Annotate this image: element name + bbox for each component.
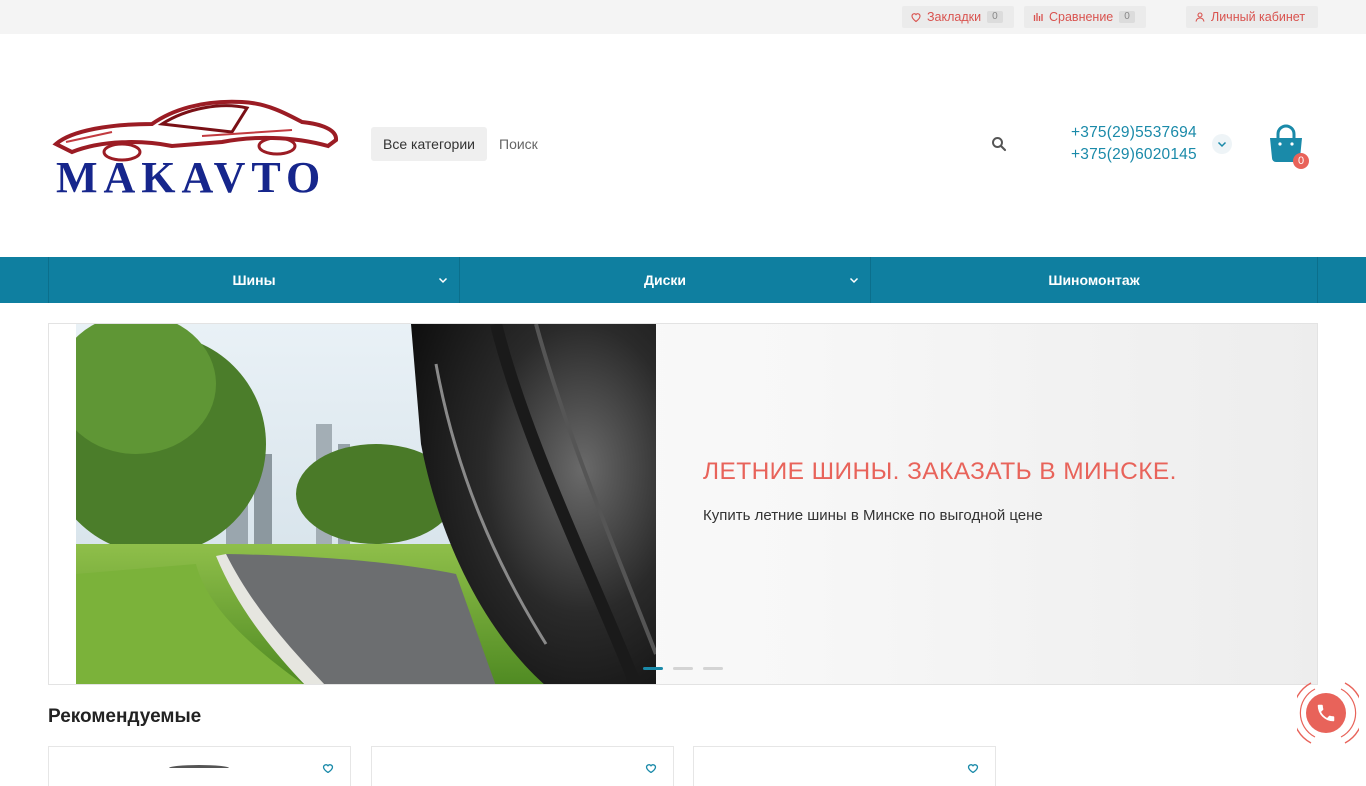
slide-image (76, 324, 656, 684)
account-label: Личный кабинет (1211, 10, 1306, 24)
slider-dot[interactable] (643, 667, 663, 670)
logo-text: MAKAVTO (56, 153, 327, 202)
nav-item-tire-fitting[interactable]: Шиномонтаж (870, 257, 1318, 303)
nav-item-tires[interactable]: Шины (48, 257, 459, 303)
heart-icon[interactable] (322, 763, 334, 773)
compare-label: Сравнение (1049, 10, 1114, 24)
site-logo[interactable]: MAKAVTO (52, 96, 344, 202)
slide-title: ЛЕТНИЕ ШИНЫ. ЗАКАЗАТЬ В МИНСКЕ. (703, 458, 1177, 485)
nav-item-wheels[interactable]: Диски (459, 257, 870, 303)
nav-item-label: Шины (232, 272, 276, 288)
heart-icon (911, 13, 921, 23)
product-card[interactable] (693, 746, 996, 786)
slider-dot[interactable] (673, 667, 693, 670)
product-card[interactable] (48, 746, 351, 786)
search-icon[interactable] (990, 135, 1008, 153)
account-link[interactable]: Личный кабинет (1186, 6, 1318, 28)
main-navigation: Шины Диски Шиномонтаж (0, 257, 1366, 303)
cart-count-badge: 0 (1293, 153, 1309, 169)
user-icon (1195, 12, 1205, 22)
bookmarks-count-badge: 0 (987, 11, 1003, 23)
chevron-down-icon (438, 277, 448, 284)
phone-icon (1317, 704, 1335, 722)
compare-link[interactable]: Сравнение 0 (1024, 6, 1146, 28)
chevron-down-icon (849, 277, 859, 284)
search-input[interactable] (489, 127, 1009, 161)
bookmarks-label: Закладки (927, 10, 982, 24)
nav-item-label: Диски (644, 272, 686, 288)
heart-icon[interactable] (645, 763, 657, 773)
bookmarks-link[interactable]: Закладки 0 (902, 6, 1014, 28)
slide-text: Купить летние шины в Минске по выгодной … (703, 507, 1043, 524)
slider-pagination (643, 667, 723, 670)
callback-button[interactable] (1306, 693, 1346, 733)
product-card[interactable] (371, 746, 674, 786)
all-categories-dropdown[interactable]: Все категории (371, 127, 487, 161)
chevron-down-icon (1217, 141, 1227, 148)
hero-slider[interactable]: ЛЕТНИЕ ШИНЫ. ЗАКАЗАТЬ В МИНСКЕ. Купить л… (48, 323, 1318, 685)
compare-count-badge: 0 (1119, 11, 1135, 23)
product-image (169, 765, 229, 771)
recommended-section-title: Рекомендуемые (48, 706, 202, 727)
phone-number-1[interactable]: +375(29)5537694 (1071, 124, 1197, 142)
heart-icon[interactable] (967, 763, 979, 773)
top-bar: Закладки 0 Сравнение 0 Личный кабинет (0, 0, 1366, 34)
slider-dot[interactable] (703, 667, 723, 670)
nav-item-label: Шиномонтаж (1048, 272, 1140, 288)
phone-number-2[interactable]: +375(29)6020145 (1071, 146, 1197, 164)
phone-dropdown-toggle[interactable] (1212, 134, 1232, 154)
bar-chart-icon (1033, 13, 1043, 21)
